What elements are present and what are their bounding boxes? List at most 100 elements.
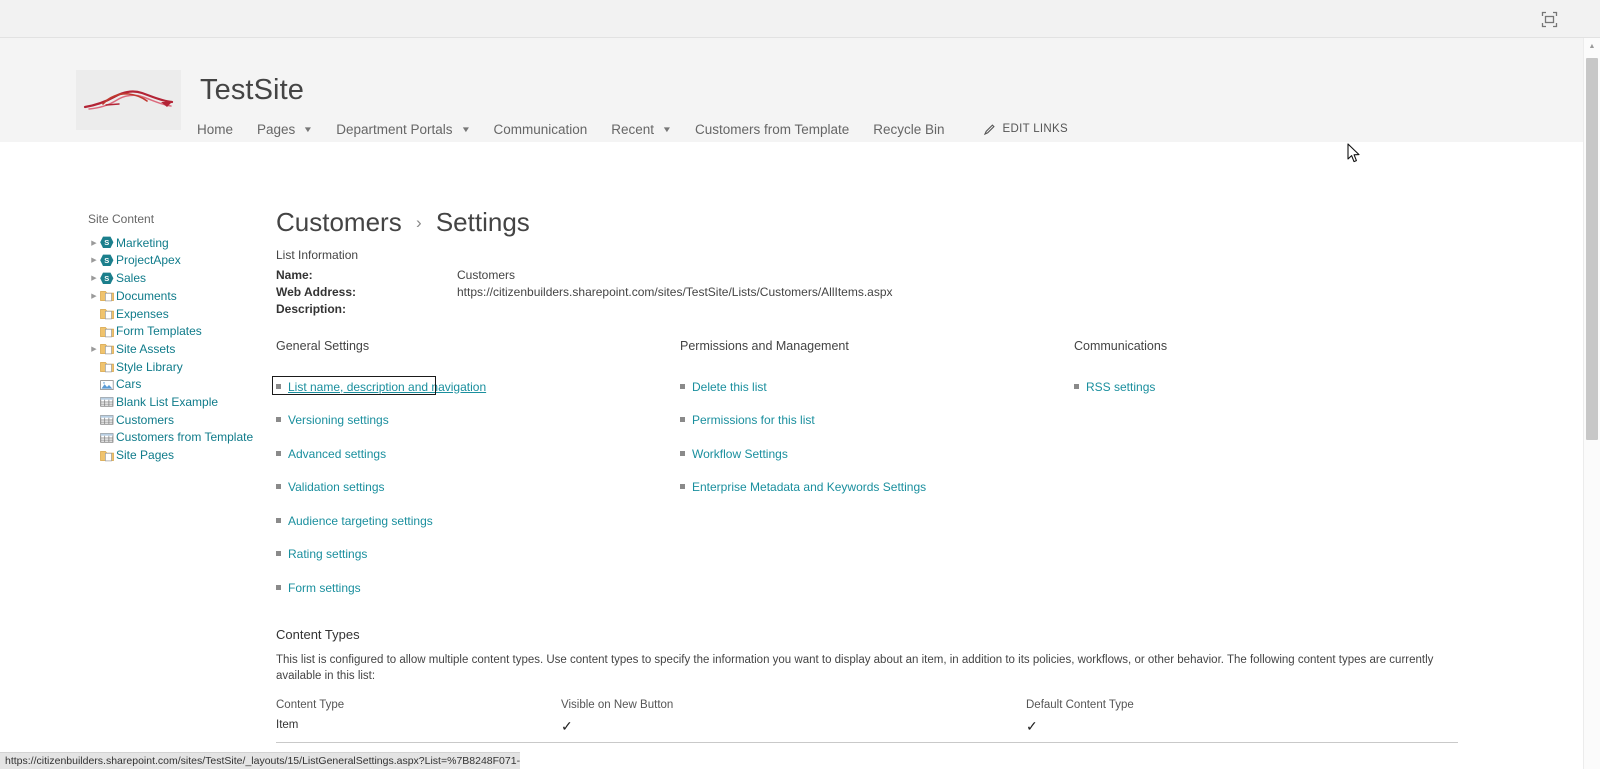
- tree-item-projectapex[interactable]: ▶ S ProjectApex: [88, 253, 273, 269]
- bullet-icon: [680, 484, 685, 490]
- bullet-icon: [276, 417, 281, 423]
- bullet-icon: [680, 417, 685, 423]
- nav-item-communication[interactable]: Communication: [493, 122, 587, 137]
- info-row-web-address: Web Address: https://citizenbuilders.sha…: [276, 285, 1466, 302]
- nav-item-recycle-bin[interactable]: Recycle Bin: [873, 122, 944, 137]
- nav-label: Communication: [493, 121, 588, 137]
- link-form-settings[interactable]: Form settings: [276, 581, 676, 595]
- info-key: Name:: [276, 267, 313, 282]
- tree-item-sales[interactable]: ▶ S Sales: [88, 270, 273, 286]
- table-header-row: Content Type Visible on New Button Defau…: [276, 699, 1458, 719]
- link-label[interactable]: Advanced settings: [288, 447, 386, 461]
- sharepoint-site-icon: S: [100, 254, 116, 267]
- tree-item-expenses[interactable]: ▶ Expenses: [88, 306, 273, 322]
- content-types-section: Content Types This list is configured to…: [276, 627, 1466, 769]
- tree-item-label: Sales: [116, 271, 147, 286]
- document-library-icon: [100, 449, 116, 462]
- list-information-label: List Information: [276, 247, 359, 262]
- expand-twisty-icon[interactable]: ▶: [88, 345, 100, 353]
- column-header-visible-on-new-button: Visible on New Button: [561, 698, 674, 711]
- tree-item-site-assets[interactable]: ▶ Site Assets: [88, 341, 273, 357]
- cell-content-type-name[interactable]: Item: [276, 719, 561, 733]
- document-library-icon: [100, 342, 116, 355]
- chevron-down-icon[interactable]: ▼: [303, 125, 313, 134]
- scrollbar-thumb[interactable]: [1586, 58, 1598, 440]
- chevron-down-icon[interactable]: ▼: [460, 125, 470, 134]
- link-label[interactable]: Validation settings: [288, 480, 385, 494]
- link-list-name-description-navigation[interactable]: List name, description and navigation: [272, 375, 676, 395]
- pencil-icon: [983, 123, 996, 136]
- nav-label: Home: [197, 121, 234, 137]
- link-rating-settings[interactable]: Rating settings: [276, 547, 676, 561]
- breadcrumb-list-name[interactable]: Customers: [276, 207, 402, 237]
- link-label[interactable]: Permissions for this list: [692, 413, 815, 427]
- tree-item-style-library[interactable]: ▶ Style Library: [88, 359, 273, 375]
- link-versioning-settings[interactable]: Versioning settings: [276, 413, 676, 427]
- info-value: Customers: [457, 267, 516, 282]
- page-scrollbar[interactable]: ▲: [1583, 38, 1600, 769]
- table-row: Item ✓ ✓: [276, 719, 1458, 743]
- breadcrumb-separator-icon: ›: [415, 213, 422, 232]
- site-content-title: Site Content: [88, 212, 155, 226]
- content-types-title: Content Types: [276, 626, 360, 642]
- expand-twisty-icon[interactable]: ▶: [88, 274, 100, 282]
- link-audience-targeting-settings[interactable]: Audience targeting settings: [276, 514, 676, 528]
- link-rss-settings[interactable]: RSS settings: [1074, 380, 1404, 394]
- link-label[interactable]: RSS settings: [1086, 380, 1155, 394]
- info-key: Description:: [276, 301, 347, 316]
- tree-item-form-templates[interactable]: ▶ Form Templates: [88, 323, 273, 339]
- column-header-content-type: Content Type: [276, 698, 345, 711]
- info-row-description: Description:: [276, 302, 1466, 319]
- link-delete-this-list[interactable]: Delete this list: [680, 380, 1075, 394]
- link-label[interactable]: Enterprise Metadata and Keywords Setting…: [692, 480, 926, 494]
- link-enterprise-metadata-keywords-settings[interactable]: Enterprise Metadata and Keywords Setting…: [680, 480, 1075, 494]
- nav-item-pages[interactable]: Pages ▼: [257, 122, 313, 137]
- nav-item-home[interactable]: Home: [197, 122, 233, 137]
- tree-item-label: Expenses: [116, 306, 169, 321]
- tree-item-documents[interactable]: ▶ Documents: [88, 288, 273, 304]
- sharepoint-site-icon: S: [100, 272, 116, 285]
- tree-item-customers-from-template[interactable]: ▶ Customers from Template: [88, 430, 273, 446]
- link-label[interactable]: List name, description and navigation: [288, 380, 486, 394]
- link-label[interactable]: Versioning settings: [288, 413, 389, 427]
- nav-item-recent[interactable]: Recent ▼: [611, 122, 672, 137]
- tree-item-cars[interactable]: ▶ Cars: [88, 377, 273, 393]
- link-label[interactable]: Rating settings: [288, 547, 367, 561]
- tree-item-marketing[interactable]: ▶ S Marketing: [88, 235, 273, 251]
- link-advanced-settings[interactable]: Advanced settings: [276, 447, 676, 461]
- link-label[interactable]: Workflow Settings: [692, 447, 788, 461]
- tree-item-label: Site Assets: [116, 341, 176, 356]
- tree-item-label: Form Templates: [116, 324, 202, 339]
- tree-item-blank-list-example[interactable]: ▶ Blank List Example: [88, 394, 273, 410]
- edit-links-button[interactable]: EDIT LINKS: [983, 123, 1068, 136]
- bullet-icon: [276, 517, 281, 523]
- svg-text:S: S: [104, 238, 109, 247]
- link-label[interactable]: Form settings: [288, 581, 361, 595]
- document-library-icon: [100, 360, 116, 373]
- nav-item-department-portals[interactable]: Department Portals ▼: [336, 122, 470, 137]
- expand-twisty-icon[interactable]: ▶: [88, 292, 100, 300]
- link-validation-settings[interactable]: Validation settings: [276, 480, 676, 494]
- tree-item-label: Customers from Template: [116, 430, 254, 445]
- list-information-table: Name: Customers Web Address: https://cit…: [276, 268, 1466, 319]
- nav-item-customers-from-template[interactable]: Customers from Template: [695, 122, 849, 137]
- chevron-down-icon[interactable]: ▼: [662, 125, 672, 134]
- tree-item-customers[interactable]: ▶ Customers: [88, 412, 273, 428]
- column-header-default-content-type: Default Content Type: [1026, 698, 1134, 711]
- status-bar-url: https://citizenbuilders.sharepoint.com/s…: [0, 752, 520, 769]
- cell-visible-on-new-check-icon: ✓: [561, 717, 573, 734]
- link-label[interactable]: Audience targeting settings: [288, 514, 433, 528]
- expand-twisty-icon[interactable]: ▶: [88, 256, 100, 264]
- expand-twisty-icon[interactable]: ▶: [88, 239, 100, 247]
- settings-columns: General Settings List name, description …: [272, 338, 1466, 595]
- link-workflow-settings[interactable]: Workflow Settings: [680, 447, 1075, 461]
- link-label[interactable]: Delete this list: [692, 380, 767, 394]
- link-permissions-for-this-list[interactable]: Permissions for this list: [680, 413, 1075, 427]
- edit-links-label: EDIT LINKS: [1002, 123, 1068, 135]
- fullscreen-icon[interactable]: [1541, 11, 1558, 28]
- list-icon: [100, 395, 116, 408]
- scroll-up-arrow-icon[interactable]: ▲: [1584, 38, 1600, 54]
- page-title: Settings: [435, 207, 530, 237]
- general-settings-heading: General Settings: [276, 338, 370, 353]
- tree-item-site-pages[interactable]: ▶ Site Pages: [88, 447, 273, 463]
